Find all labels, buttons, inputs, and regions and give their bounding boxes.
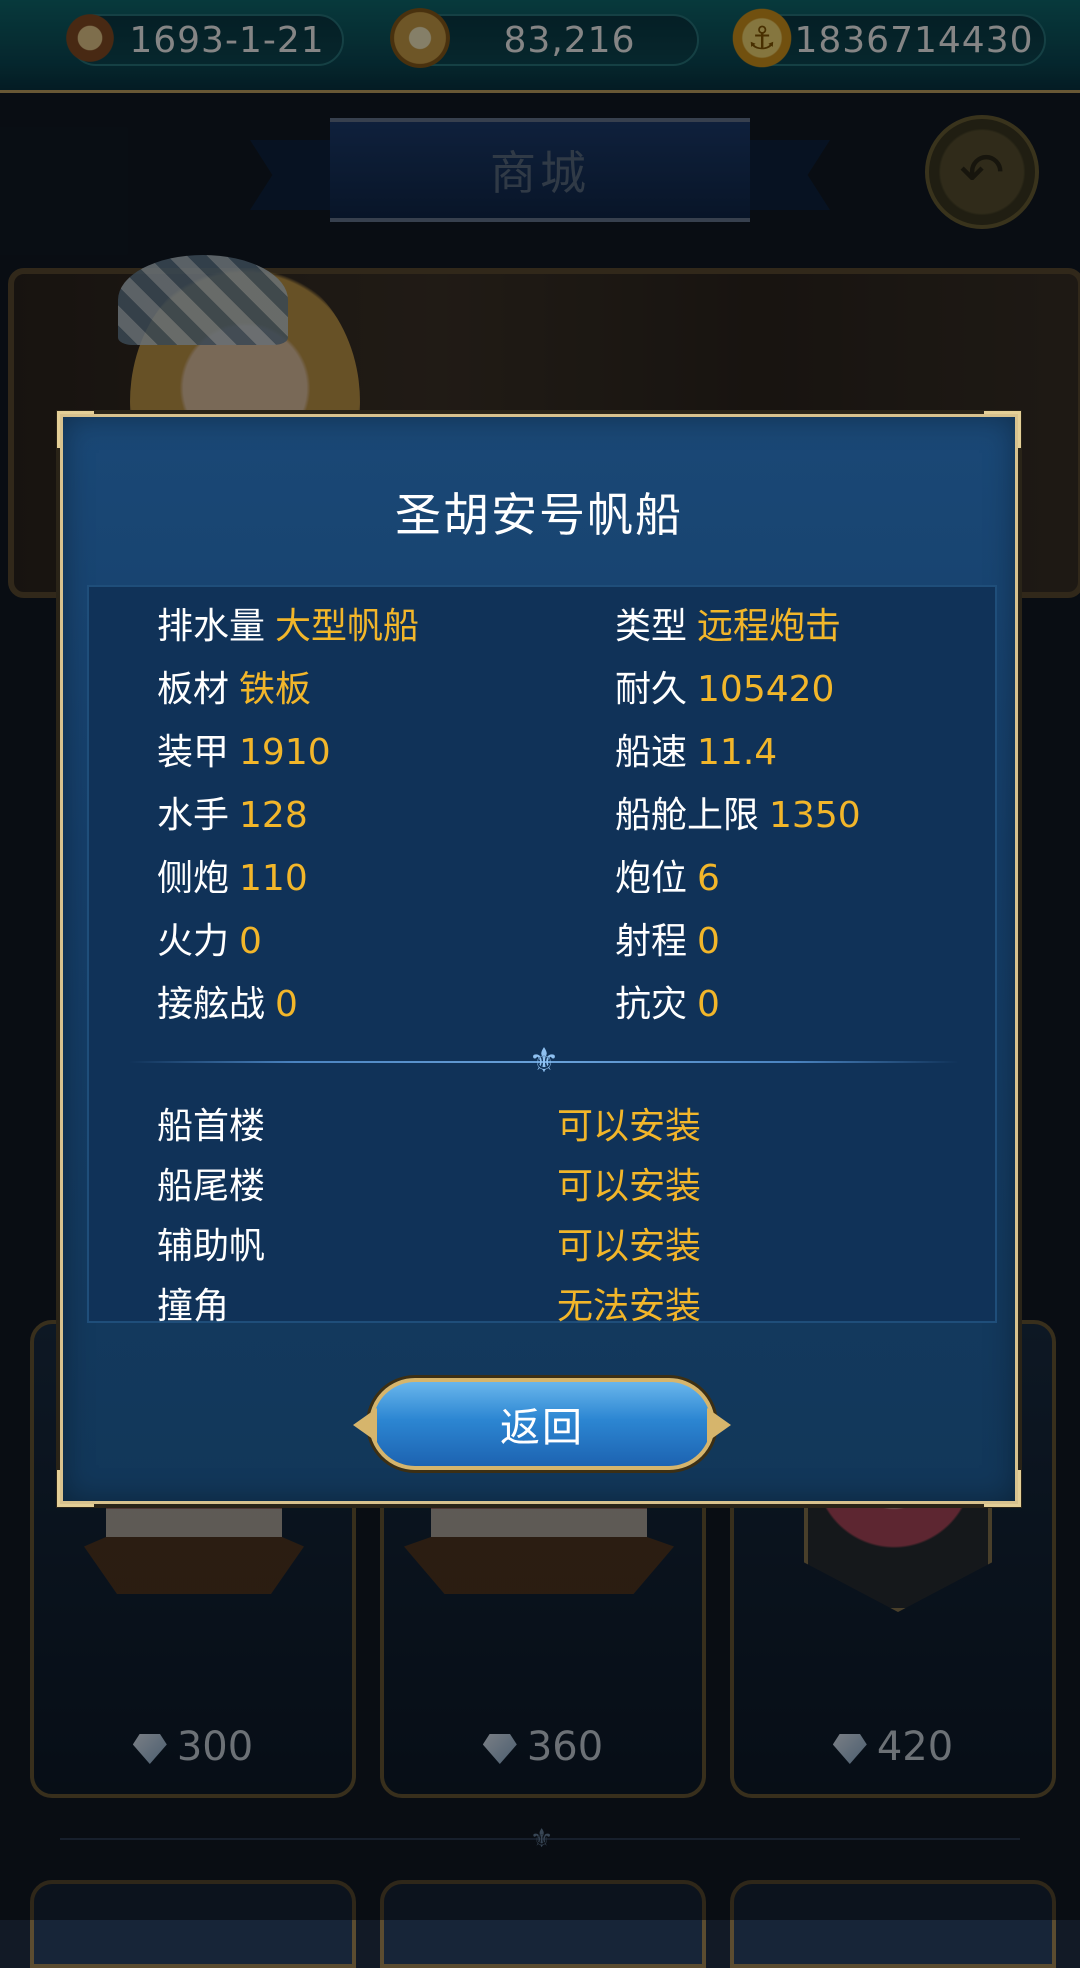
stat-durability: 耐久 105420	[615, 669, 835, 710]
fleur-de-lis-icon: ⚜	[528, 1041, 560, 1081]
slot-ram-status: 无法安装	[557, 1286, 702, 1327]
corner-ornament	[984, 411, 1021, 448]
stat-broadside: 侧炮 110	[157, 858, 308, 899]
stat-armor: 装甲 1910	[157, 732, 331, 773]
stat-displacement: 排水量 大型帆船	[157, 606, 420, 647]
stat-firepower: 火力 0	[157, 921, 262, 962]
stat-disaster-resistance: 抗灾 0	[615, 984, 720, 1025]
slot-forecastle-label: 船首楼	[157, 1106, 266, 1147]
stat-range: 射程 0	[615, 921, 720, 962]
corner-ornament	[984, 1470, 1021, 1507]
corner-ornament	[57, 411, 94, 448]
slot-auxiliary-sail-status: 可以安装	[557, 1226, 702, 1267]
corner-ornament	[57, 1470, 94, 1507]
dialog-title: 圣胡安号帆船	[395, 488, 683, 542]
slot-forecastle-status: 可以安装	[557, 1106, 702, 1147]
stat-hull-material: 板材 铁板	[157, 669, 312, 710]
slot-ram-label: 撞角	[157, 1286, 230, 1327]
stat-boarding: 接舷战 0	[157, 984, 298, 1025]
ship-info-dialog: 圣胡安号帆船 排水量 大型帆船 板材 铁板 装甲 1910 水手 128 侧炮 110 火…	[57, 411, 1021, 1507]
return-button-label: 返回	[500, 1405, 584, 1451]
slot-sterncastle-label: 船尾楼	[157, 1166, 266, 1207]
slot-sterncastle-status: 可以安装	[557, 1166, 702, 1207]
stat-type: 类型 远程炮击	[615, 606, 842, 647]
slot-auxiliary-sail-label: 辅助帆	[157, 1226, 266, 1267]
stat-speed: 船速 11.4	[615, 732, 778, 773]
stat-cargo-capacity: 船舱上限 1350	[615, 795, 861, 836]
return-button[interactable]: 返回	[369, 1378, 715, 1470]
ship-stats-panel: 排水量 大型帆船 板材 铁板 装甲 1910 水手 128 侧炮 110 火力 0 接舷战 0…	[87, 585, 997, 1327]
stat-gun-slots: 炮位 6	[615, 858, 720, 899]
stat-sailors: 水手 128	[157, 795, 308, 836]
